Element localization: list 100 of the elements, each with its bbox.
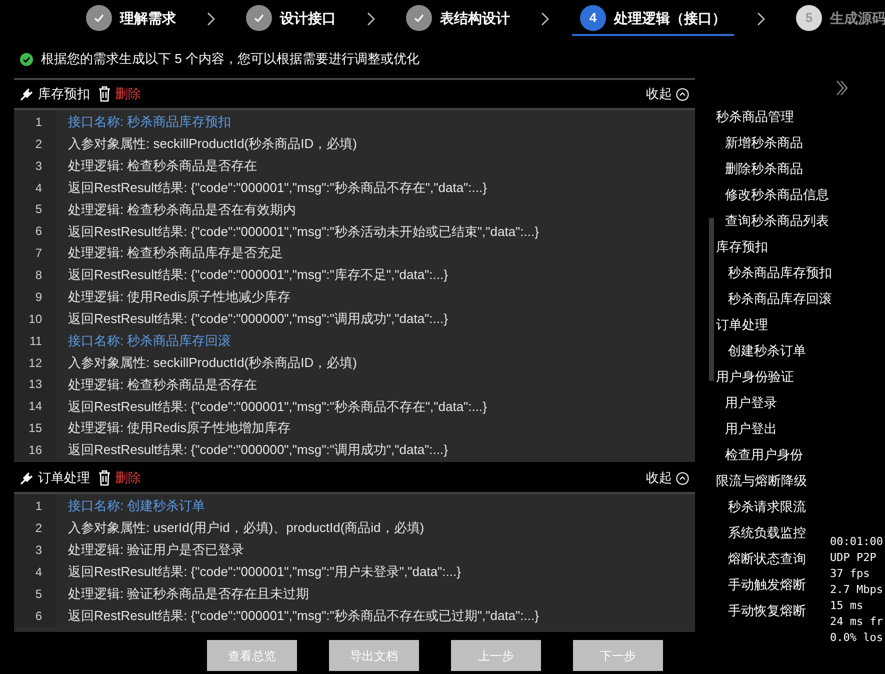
outline-group[interactable]: 用户身份验证 bbox=[716, 364, 832, 390]
step-label: 表结构设计 bbox=[440, 8, 510, 28]
code-line: 入参对象属性: userId(用户id，必填)、productId(商品id，必填) bbox=[67, 519, 424, 538]
outline-item[interactable]: 新增秒杀商品 bbox=[716, 130, 832, 156]
step-number: 5 bbox=[805, 9, 813, 28]
step-number: 4 bbox=[589, 9, 597, 28]
line-number: 4 bbox=[35, 564, 42, 581]
scrollbar[interactable] bbox=[709, 218, 714, 381]
outline-item[interactable]: 秒杀商品库存预扣 bbox=[716, 260, 832, 286]
line-number: 9 bbox=[35, 288, 42, 306]
chevron-right-icon bbox=[206, 12, 216, 26]
outline-item[interactable]: 检查用户身份 bbox=[716, 442, 832, 468]
step[interactable]: 4 处理逻辑（接口） bbox=[572, 2, 734, 36]
code-line: 接口名称: 秒杀商品库存回滚 bbox=[67, 332, 232, 350]
line-number: 1 bbox=[35, 498, 42, 515]
step-label: 理解需求 bbox=[120, 8, 176, 28]
step[interactable]: 表结构设计 bbox=[398, 2, 518, 36]
line-number: 2 bbox=[35, 136, 42, 153]
code-line: 返回RestResult结果: {"code":"000001","msg":"秒杀商品不存在","data":...} bbox=[67, 398, 487, 416]
line-number: 4 bbox=[35, 180, 42, 197]
line-number: 13 bbox=[28, 376, 42, 394]
code-line: 入参对象属性: seckillProductId(秒杀商品ID，必填) bbox=[67, 135, 357, 154]
chevron-up-circle-icon bbox=[676, 88, 689, 100]
step-label: 设计接口 bbox=[280, 8, 336, 28]
outline-item[interactable]: 手动触发熔断 bbox=[716, 572, 832, 598]
delete-button[interactable]: 删除 bbox=[98, 84, 141, 104]
notice-text: 根据您的需求生成以下 5 个内容，您可以根据需要进行调整或优化 bbox=[41, 50, 420, 68]
line-number: 11 bbox=[30, 332, 42, 350]
outline-group[interactable]: 秒杀商品管理 bbox=[716, 104, 832, 130]
outline-item[interactable]: 用户登出 bbox=[716, 416, 832, 442]
check-icon bbox=[93, 12, 105, 24]
code-line: 返回RestResult结果: {"code":"000001","msg":"秒杀商品不存在","data":...} bbox=[67, 178, 487, 197]
line-number: 15 bbox=[28, 420, 42, 438]
code-line: 返回RestResult结果: {"code":"000000","msg":"调用成功","data":...} bbox=[67, 441, 448, 460]
line-number: 12 bbox=[28, 354, 42, 372]
code-line: 处理逻辑: 使用Redis原子性地增加库存 bbox=[67, 419, 290, 438]
stats-text: 2.7 Mbps bbox=[830, 582, 883, 598]
outline-group[interactable]: 订单处理 bbox=[716, 312, 832, 338]
stats-text: 37 fps bbox=[830, 566, 871, 582]
line-number: 5 bbox=[35, 586, 42, 603]
outline-item[interactable]: 用户登录 bbox=[716, 390, 832, 416]
step[interactable]: 设计接口 bbox=[238, 2, 344, 36]
code-line: 处理逻辑: 检查秒杀商品是否在有效期内 bbox=[67, 200, 296, 219]
outline-item[interactable]: 手动恢复熔断 bbox=[716, 598, 832, 624]
collapse-button[interactable]: 收起 bbox=[646, 468, 689, 488]
step-label: 处理逻辑（接口） bbox=[614, 8, 726, 28]
code-line: 返回RestResult结果: {"code":"000001","msg":"秒杀活动未开始或已结束","data":...} bbox=[67, 222, 539, 241]
code-line: 接口名称: 创建秒杀订单 bbox=[67, 497, 206, 516]
line-number: 7 bbox=[35, 245, 42, 262]
plug-icon bbox=[20, 87, 34, 101]
check-icon bbox=[253, 12, 265, 24]
trash-icon bbox=[98, 86, 111, 102]
stats-text: 00:01:00 bbox=[830, 534, 883, 550]
code-line: 处理逻辑: 验证秒杀商品是否存在且未过期 bbox=[67, 585, 310, 604]
outline-item[interactable]: 系统负载监控 bbox=[716, 520, 832, 546]
code-line: 处理逻辑: 验证用户是否已登录 bbox=[67, 541, 244, 560]
delete-button[interactable]: 删除 bbox=[98, 468, 141, 488]
code-line: 处理逻辑: 检查秒杀商品库存是否充足 bbox=[67, 244, 284, 262]
stats-text: UDP P2P bbox=[830, 550, 878, 566]
code-line: 返回RestResult结果: {"code":"000001","msg":"库存不足","data":...} bbox=[67, 266, 448, 284]
stats-text: 24 ms fr bbox=[830, 614, 883, 630]
plug-icon bbox=[20, 471, 34, 485]
outline-item[interactable]: 修改秒杀商品信息 bbox=[716, 182, 832, 208]
code-line: 入参对象属性: seckillProductId(秒杀商品ID，必填) bbox=[67, 354, 357, 372]
code-line: 接口名称: 秒杀商品库存预扣 bbox=[67, 113, 232, 132]
chevron-up-circle-icon bbox=[676, 472, 689, 484]
step[interactable]: 理解需求 bbox=[78, 2, 184, 36]
code-line: 处理逻辑: 检查秒杀商品是否存在 bbox=[67, 376, 258, 394]
line-number: 3 bbox=[35, 542, 42, 559]
line-number: 2 bbox=[35, 520, 42, 537]
double-chevron-right-icon[interactable] bbox=[835, 80, 849, 96]
code-line: 处理逻辑: 检查秒杀商品是否存在 bbox=[67, 156, 258, 175]
collapse-button[interactable]: 收起 bbox=[646, 84, 689, 104]
outline-item[interactable]: 创建秒杀订单 bbox=[716, 338, 832, 364]
code-line: 返回RestResult结果: {"code":"000001","msg":"用户未登录","data":...} bbox=[67, 563, 461, 582]
chevron-right-icon bbox=[540, 12, 550, 26]
outline-item[interactable]: 秒杀请求限流 bbox=[716, 494, 832, 520]
line-number: 8 bbox=[35, 267, 42, 284]
stats-text: 0.0% los bbox=[830, 630, 883, 646]
line-number: 6 bbox=[35, 223, 42, 240]
line-number: 10 bbox=[28, 310, 42, 328]
code-line: 处理逻辑: 使用Redis原子性地减少库存 bbox=[67, 288, 290, 306]
outline-group[interactable]: 库存预扣 bbox=[716, 234, 832, 260]
line-number: 1 bbox=[35, 114, 42, 131]
success-icon bbox=[20, 52, 33, 66]
outline-item[interactable]: 查询秒杀商品列表 bbox=[716, 208, 832, 234]
stats-text: 15 ms bbox=[830, 598, 864, 614]
outline-item[interactable]: 熔断状态查询 bbox=[716, 546, 832, 572]
outline-item[interactable]: 删除秒杀商品 bbox=[716, 156, 832, 182]
code-line: 返回RestResult结果: {"code":"000000","msg":"调用成功","data":...} bbox=[67, 310, 448, 328]
section-title: 订单处理 bbox=[38, 469, 90, 488]
trash-icon bbox=[98, 470, 111, 486]
code-line: 返回RestResult结果: {"code":"000001","msg":"秒杀商品不存在或已过期","data":...} bbox=[67, 607, 539, 626]
outline-group[interactable]: 限流与熔断降级 bbox=[716, 468, 832, 494]
line-number: 16 bbox=[28, 442, 42, 460]
chevron-right-icon bbox=[756, 12, 766, 26]
chevron-right-icon bbox=[366, 12, 376, 26]
section-title: 库存预扣 bbox=[38, 85, 90, 104]
outline-item[interactable]: 秒杀商品库存回滚 bbox=[716, 286, 832, 312]
line-number: 3 bbox=[35, 158, 42, 175]
